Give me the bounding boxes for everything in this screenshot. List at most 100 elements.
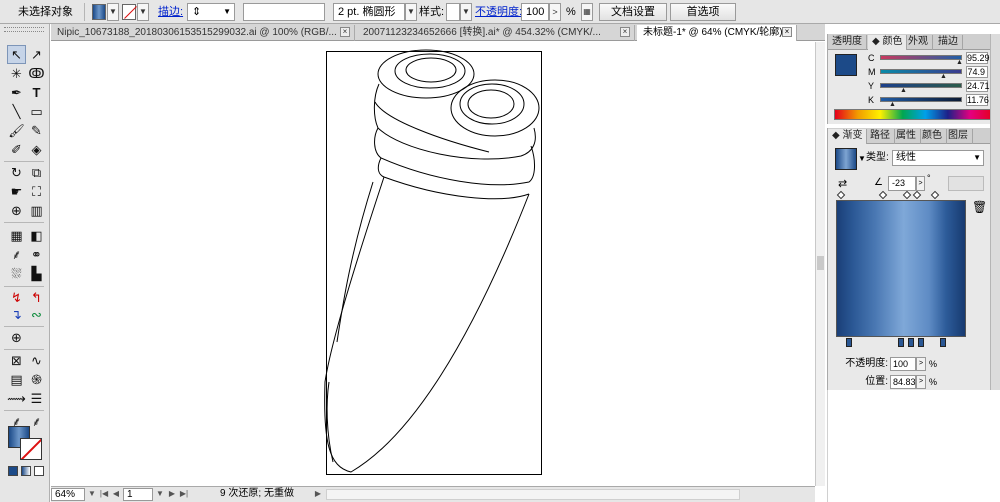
crosshair-icon[interactable]: ⊕	[7, 328, 26, 347]
shape-builder-tool-icon[interactable]: ⊕	[7, 201, 26, 220]
stroke-color-box[interactable]	[20, 438, 42, 460]
midpoint-diamond-icon[interactable]	[836, 190, 846, 200]
eyedropper-tool-icon[interactable]: ⸙	[7, 245, 26, 264]
color-spectrum-bar[interactable]	[834, 109, 994, 120]
recolor-icon[interactable]: ▦	[581, 3, 593, 21]
magic-wand-tool-icon[interactable]: ✳	[7, 64, 26, 83]
prev-page-icon[interactable]: ◀	[111, 488, 121, 501]
gradient-preset-dropdown-icon[interactable]: ▼	[858, 154, 866, 163]
gradient-slider[interactable]	[836, 200, 966, 337]
graph-data-icon[interactable]: ▤	[7, 370, 26, 389]
zoom-dropdown-icon[interactable]: ▼	[87, 488, 97, 501]
mesh-tool-icon[interactable]: ▦	[7, 226, 26, 245]
stroke-dropdown-icon[interactable]: ▼	[137, 3, 149, 21]
graphic-style-swatch[interactable]	[446, 3, 460, 21]
close-icon[interactable]: ×	[340, 27, 350, 37]
tab-stroke[interactable]: 描边	[934, 35, 963, 50]
midpoint-diamond-icon[interactable]	[902, 190, 912, 200]
column-graph-tool-icon[interactable]: ▙	[27, 264, 46, 283]
line-segment-tool-icon[interactable]: ╲	[7, 102, 26, 121]
yellow-slider[interactable]: Y ▲ 24.71 %	[868, 80, 998, 94]
magenta-slider[interactable]: M ▲ 74.9 %	[868, 66, 998, 80]
brush-definition-field[interactable]: 2 pt. 椭圆形	[333, 3, 405, 21]
lasso-tool-icon[interactable]: ↂ	[27, 64, 46, 83]
gradient-type-select[interactable]: 线性 ▼	[892, 150, 984, 166]
tab-transparency[interactable]: 透明度	[828, 35, 867, 50]
none-mode-icon[interactable]	[34, 466, 44, 476]
symbol-sprayer-tool-icon[interactable]: ⛆	[7, 264, 26, 283]
canvas[interactable]	[51, 42, 815, 486]
pencil-tool-icon[interactable]: ✎	[27, 121, 46, 140]
style-dropdown-icon[interactable]: ▼	[460, 3, 472, 21]
opacity-field[interactable]: 100	[521, 3, 549, 21]
variable-width-profile-field[interactable]	[243, 3, 325, 21]
angle-dropdown-icon[interactable]: >	[916, 176, 925, 191]
gradient-mode-icon[interactable]	[21, 466, 31, 476]
next-page-icon[interactable]: ▶	[167, 488, 177, 501]
opacity-dropdown-icon[interactable]: >	[916, 357, 926, 371]
opacity-arrow-icon[interactable]: >	[549, 3, 561, 21]
smooth-icon[interactable]: ∾	[27, 305, 46, 324]
midpoint-diamond-icon[interactable]	[912, 190, 922, 200]
horizontal-scrollbar[interactable]	[326, 489, 740, 500]
envelope-tool-icon[interactable]: ⊠	[7, 351, 26, 370]
blob-brush-tool-icon[interactable]: ✐	[7, 140, 26, 159]
color-stop-icon[interactable]	[918, 338, 924, 347]
document-tab-active[interactable]: 未标题-1* @ 64% (CMYK/轮廓) ×	[637, 25, 797, 41]
first-page-icon[interactable]: |◀	[99, 488, 109, 501]
color-stop-icon[interactable]	[898, 338, 904, 347]
color-mode-icon[interactable]	[8, 466, 18, 476]
scroll-thumb[interactable]	[817, 256, 824, 270]
location-dropdown-icon[interactable]: >	[916, 375, 926, 389]
midpoint-diamond-icon[interactable]	[878, 190, 888, 200]
panel-grip[interactable]	[4, 27, 44, 32]
rotate-tool-icon[interactable]: ↻	[7, 163, 26, 182]
selection-tool-icon[interactable]: ↖	[7, 45, 26, 64]
aspect-ratio-field[interactable]	[948, 176, 984, 191]
tab-layers[interactable]: 图层	[944, 129, 973, 144]
status-menu-icon[interactable]: ▶	[313, 488, 323, 501]
tab-pathfinder[interactable]: 路径	[866, 129, 895, 144]
stop-location-field[interactable]: 84.83	[890, 375, 916, 389]
align-icon[interactable]: ☰	[27, 389, 46, 408]
channel-value[interactable]: 11.76	[966, 94, 989, 106]
slider-track[interactable]	[880, 69, 962, 74]
stop-opacity-field[interactable]: 100	[890, 357, 916, 371]
direct-selection-tool-icon[interactable]: ↗	[27, 45, 46, 64]
slider-track[interactable]	[880, 83, 962, 88]
panel-dock-strip[interactable]	[990, 34, 1000, 390]
pen-tool-icon[interactable]: ✒	[7, 83, 26, 102]
channel-value[interactable]: 74.9	[966, 66, 988, 78]
tab-gradient[interactable]: ◆ 渐变	[828, 129, 868, 144]
document-setup-button[interactable]: 文档设置	[599, 3, 667, 21]
color-stop-icon[interactable]	[846, 338, 852, 347]
tab-attributes[interactable]: 属性	[892, 129, 921, 144]
slider-track[interactable]	[880, 55, 962, 60]
slider-thumb-icon[interactable]: ▲	[889, 101, 896, 108]
rectangle-tool-icon[interactable]: ▭	[27, 102, 46, 121]
trash-icon[interactable]: 🗑	[972, 200, 987, 214]
page-field[interactable]: 1	[123, 488, 153, 501]
tab-appearance[interactable]: 外观	[904, 35, 933, 50]
vertical-scrollbar[interactable]	[815, 42, 825, 486]
reverse-gradient-icon[interactable]: ⇄	[838, 177, 847, 190]
stroke-swatch[interactable]	[122, 4, 136, 20]
midpoint-diamond-icon[interactable]	[930, 190, 940, 200]
angle-field[interactable]: -23	[888, 176, 916, 191]
zoom-field[interactable]: 64%	[51, 488, 85, 501]
channel-value[interactable]: 24.71	[966, 80, 990, 92]
free-transform-tool-icon[interactable]: ⛶	[27, 182, 46, 201]
color-stop-icon[interactable]	[940, 338, 946, 347]
cyan-slider[interactable]: C ▲ 95.29 %	[868, 52, 998, 66]
close-icon[interactable]: ×	[620, 27, 630, 37]
tab-color[interactable]: ◆ 颜色	[868, 35, 908, 50]
scale-tool-icon[interactable]: ⧉	[27, 163, 46, 182]
gradient-preview-swatch[interactable]	[835, 148, 857, 170]
fill-swatch[interactable]	[92, 4, 106, 20]
type-tool-icon[interactable]: T	[27, 83, 46, 102]
shaver-outline-artwork[interactable]	[51, 42, 815, 486]
perspective-grid-tool-icon[interactable]: ▥	[27, 201, 46, 220]
document-tab[interactable]: Nipic_10673188_20180306153515299032.ai @…	[51, 25, 355, 41]
join-icon[interactable]: ↴	[7, 305, 26, 324]
stroke-weight-field[interactable]: ⇕ ▼	[187, 3, 235, 21]
